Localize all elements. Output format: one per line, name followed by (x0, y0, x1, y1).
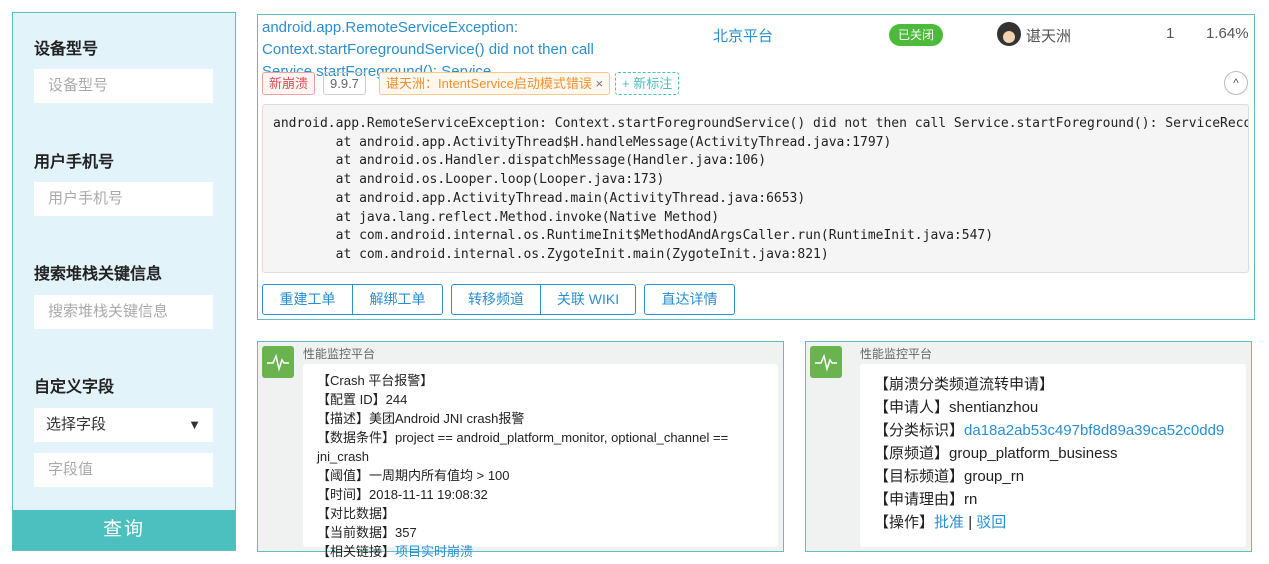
phone-label: 用户手机号 (34, 154, 115, 171)
alert-message-card: 性能监控平台 【Crash 平台报警】 【配置 ID】244 【描述】美团And… (257, 341, 784, 559)
field-label: 【分类标识】 (874, 422, 965, 439)
alert-bubble: 【Crash 平台报警】 【配置 ID】244 【描述】美团Android JN… (303, 364, 778, 559)
device-model-input[interactable]: 设备型号 (34, 69, 213, 103)
label-text: 谌天洲：IntentService启动模式错误 (386, 76, 592, 91)
id-line: 【分类标识】da18a2ab53c497bf8d89a39ca52c0dd9 (874, 419, 1232, 442)
crash-count: 1 (1166, 25, 1175, 42)
field-value: rn (964, 491, 978, 508)
applicant-line: 【申请人】shentianzhou (874, 396, 1232, 419)
device-model-label: 设备型号 (34, 41, 99, 58)
alert-line: 【配置 ID】244 (317, 392, 408, 407)
stack-trace: android.app.RemoteServiceException: Cont… (262, 104, 1249, 273)
custom-field-label: 自定义字段 (34, 379, 115, 396)
to-line: 【目标频道】group_rn (874, 465, 1232, 488)
avatar (997, 22, 1021, 46)
reject-link[interactable]: 驳回 (976, 514, 1006, 531)
crash-card: android.app.RemoteServiceException: Cont… (257, 14, 1255, 320)
user-name: 谌天洲 (1026, 28, 1072, 45)
caret-down-icon: ▼ (188, 417, 201, 432)
select-value: 选择字段 (46, 416, 107, 433)
crash-percent: 1.64% (1206, 25, 1249, 42)
message-source: 性能监控平台 (303, 347, 376, 361)
close-icon[interactable]: × (596, 76, 604, 91)
alert-line: 【对比数据】 (317, 506, 396, 521)
stack-search-input[interactable]: 搜索堆栈关键信息 (34, 295, 213, 329)
separator: | (964, 514, 977, 531)
field-label: 【申请人】 (874, 399, 950, 416)
ticket-button-group: 重建工单 解绑工单 (262, 284, 443, 315)
reason-line: 【申请理由】rn (874, 488, 1232, 511)
pulse-icon (810, 346, 842, 378)
transfer-bubble: 【崩溃分类频道流转申请】 【申请人】shentianzhou 【分类标识】da1… (860, 364, 1246, 547)
alert-line: 【Crash 平台报警】 (317, 373, 434, 388)
channel-button-group: 转移频道 关联 WIKI (451, 284, 636, 315)
action-line: 【操作】批准 | 驳回 (874, 511, 1232, 534)
field-value: group_rn (964, 468, 1025, 485)
from-line: 【原频道】group_platform_business (874, 442, 1232, 465)
custom-field-select[interactable]: 选择字段 ▼ (34, 408, 213, 442)
field-label: 【目标频道】 (874, 468, 965, 485)
add-label-button[interactable]: + 新标注 (615, 72, 680, 95)
alert-line: 【描述】美团Android JNI crash报警 (317, 411, 525, 426)
field-label: 【操作】 (874, 514, 935, 531)
field-label: 【原频道】 (874, 445, 950, 462)
version-tag: 9.9.7 (323, 72, 366, 95)
pulse-icon (262, 346, 294, 378)
alert-line: 【数据条件】project == android_platform_monito… (317, 430, 729, 464)
field-value: shentianzhou (949, 399, 1039, 416)
link-label: 【相关链接】 (317, 544, 396, 559)
unbind-ticket-button[interactable]: 解绑工单 (352, 285, 442, 314)
status-badge: 已关闭 (889, 24, 943, 46)
alert-line: 【时间】2018-11-11 19:08:32 (317, 487, 488, 502)
alert-line: 【相关链接】项目实时崩溃 (317, 542, 764, 561)
transfer-message-card: 性能监控平台 【崩溃分类频道流转申请】 【申请人】shentianzhou 【分… (805, 341, 1252, 552)
phone-input[interactable]: 用户手机号 (34, 182, 213, 216)
field-value: group_platform_business (949, 445, 1118, 462)
transfer-title: 【崩溃分类频道流转申请】 (874, 376, 1055, 393)
realtime-crash-link[interactable]: 项目实时崩溃 (395, 544, 473, 559)
go-detail-button[interactable]: 直达详情 (645, 285, 734, 314)
detail-button-group: 直达详情 (644, 284, 735, 315)
filter-panel: 设备型号 设备型号 用户手机号 用户手机号 搜索堆栈关键信息 搜索堆栈关键信息 … (12, 12, 236, 551)
new-crash-tag: 新崩溃 (262, 72, 316, 95)
classification-id-link[interactable]: da18a2ab53c497bf8d89a39ca52c0dd9 (964, 422, 1224, 439)
query-button[interactable]: 查询 (13, 510, 235, 550)
alert-line: 【当前数据】357 (317, 525, 417, 540)
rebuild-ticket-button[interactable]: 重建工单 (263, 285, 352, 314)
approve-link[interactable]: 批准 (934, 514, 964, 531)
field-label: 【申请理由】 (874, 491, 965, 508)
transfer-channel-button[interactable]: 转移频道 (452, 285, 540, 314)
link-wiki-button[interactable]: 关联 WIKI (540, 285, 635, 314)
alert-line: 【阈值】一周期内所有值均 > 100 (317, 468, 510, 483)
chevron-up-icon[interactable]: ^ (1224, 71, 1248, 95)
field-value-input[interactable]: 字段值 (34, 453, 213, 487)
stack-search-label: 搜索堆栈关键信息 (34, 266, 163, 283)
message-source: 性能监控平台 (860, 347, 933, 361)
platform[interactable]: 北京平台 (713, 25, 773, 46)
label-tag: 谌天洲：IntentService启动模式错误 × (379, 72, 611, 95)
